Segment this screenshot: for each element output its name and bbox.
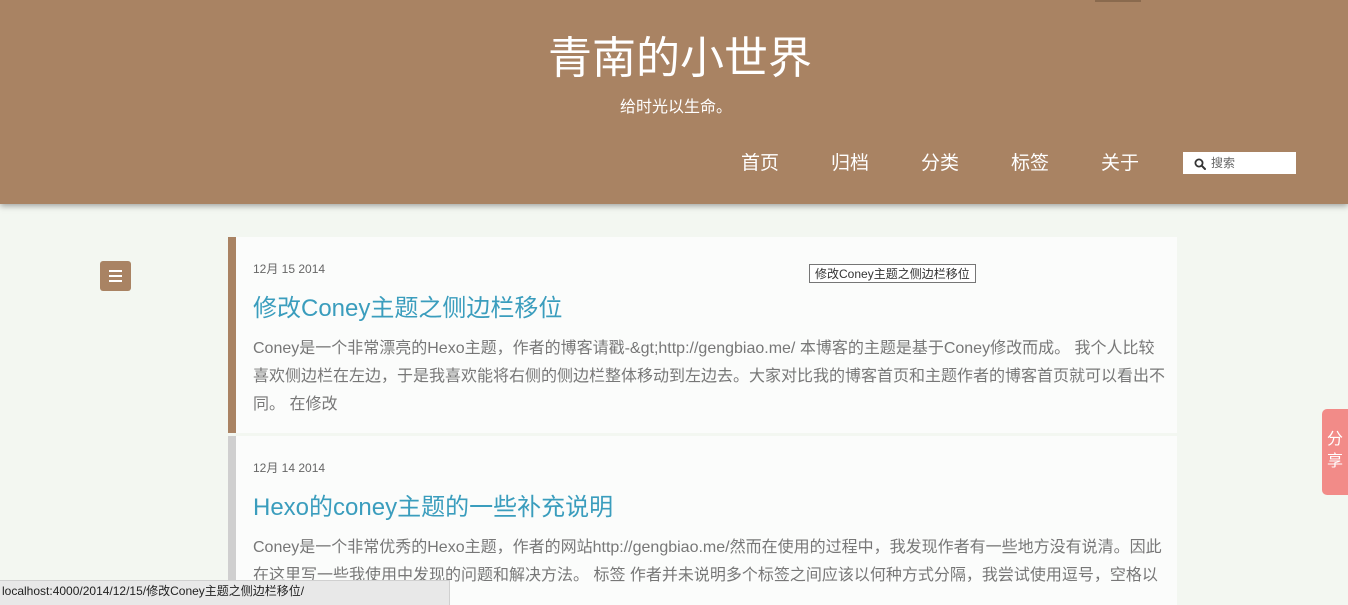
post-date: 12月 14 2014 (253, 461, 326, 475)
share-label: 分享 (1326, 431, 1343, 470)
header-top-tab (1095, 0, 1141, 2)
nav-item-archive[interactable]: 归档 (831, 150, 869, 178)
post-date: 12月 15 2014 (253, 262, 326, 276)
nav-item-home[interactable]: 首页 (741, 150, 779, 178)
search-input[interactable] (1211, 154, 1293, 172)
browser-status-bar: localhost:4000/2014/12/15/修改Coney主题之侧边栏移… (0, 580, 450, 605)
link-tooltip: 修改Coney主题之侧边栏移位 (809, 264, 976, 283)
post-title-link[interactable]: 修改Coney主题之侧边栏移位 (253, 292, 562, 326)
search-box[interactable] (1183, 152, 1296, 174)
nav-item-about[interactable]: 关于 (1101, 150, 1139, 178)
site-header: 青南的小世界 给时光以生命。 首页 归档 分类 标签 关于 (0, 0, 1348, 204)
site-subtitle: 给时光以生命。 (619, 99, 732, 116)
nav-item-tags[interactable]: 标签 (1011, 150, 1049, 178)
search-icon (1194, 158, 1206, 170)
post-title-link[interactable]: Hexo的coney主题的一些补充说明 (253, 491, 613, 525)
share-button[interactable]: 分享 (1322, 409, 1348, 495)
post-card: 12月 15 2014 修改Coney主题之侧边栏移位 Coney是一个非常漂亮… (228, 237, 1177, 433)
post-excerpt: Coney是一个非常漂亮的Hexo主题，作者的博客请戳-&gt;http://g… (253, 340, 1166, 413)
sidebar-toggle-button[interactable] (100, 261, 131, 291)
site-title[interactable]: 青南的小世界 (0, 30, 1348, 88)
nav-item-categories[interactable]: 分类 (921, 150, 959, 178)
